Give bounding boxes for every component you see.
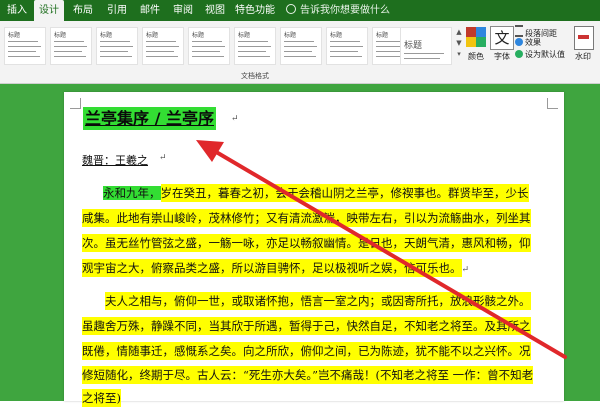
annotation-arrow: [196, 140, 567, 359]
arrow-head: [196, 140, 224, 162]
arrow-shaft: [204, 144, 567, 359]
